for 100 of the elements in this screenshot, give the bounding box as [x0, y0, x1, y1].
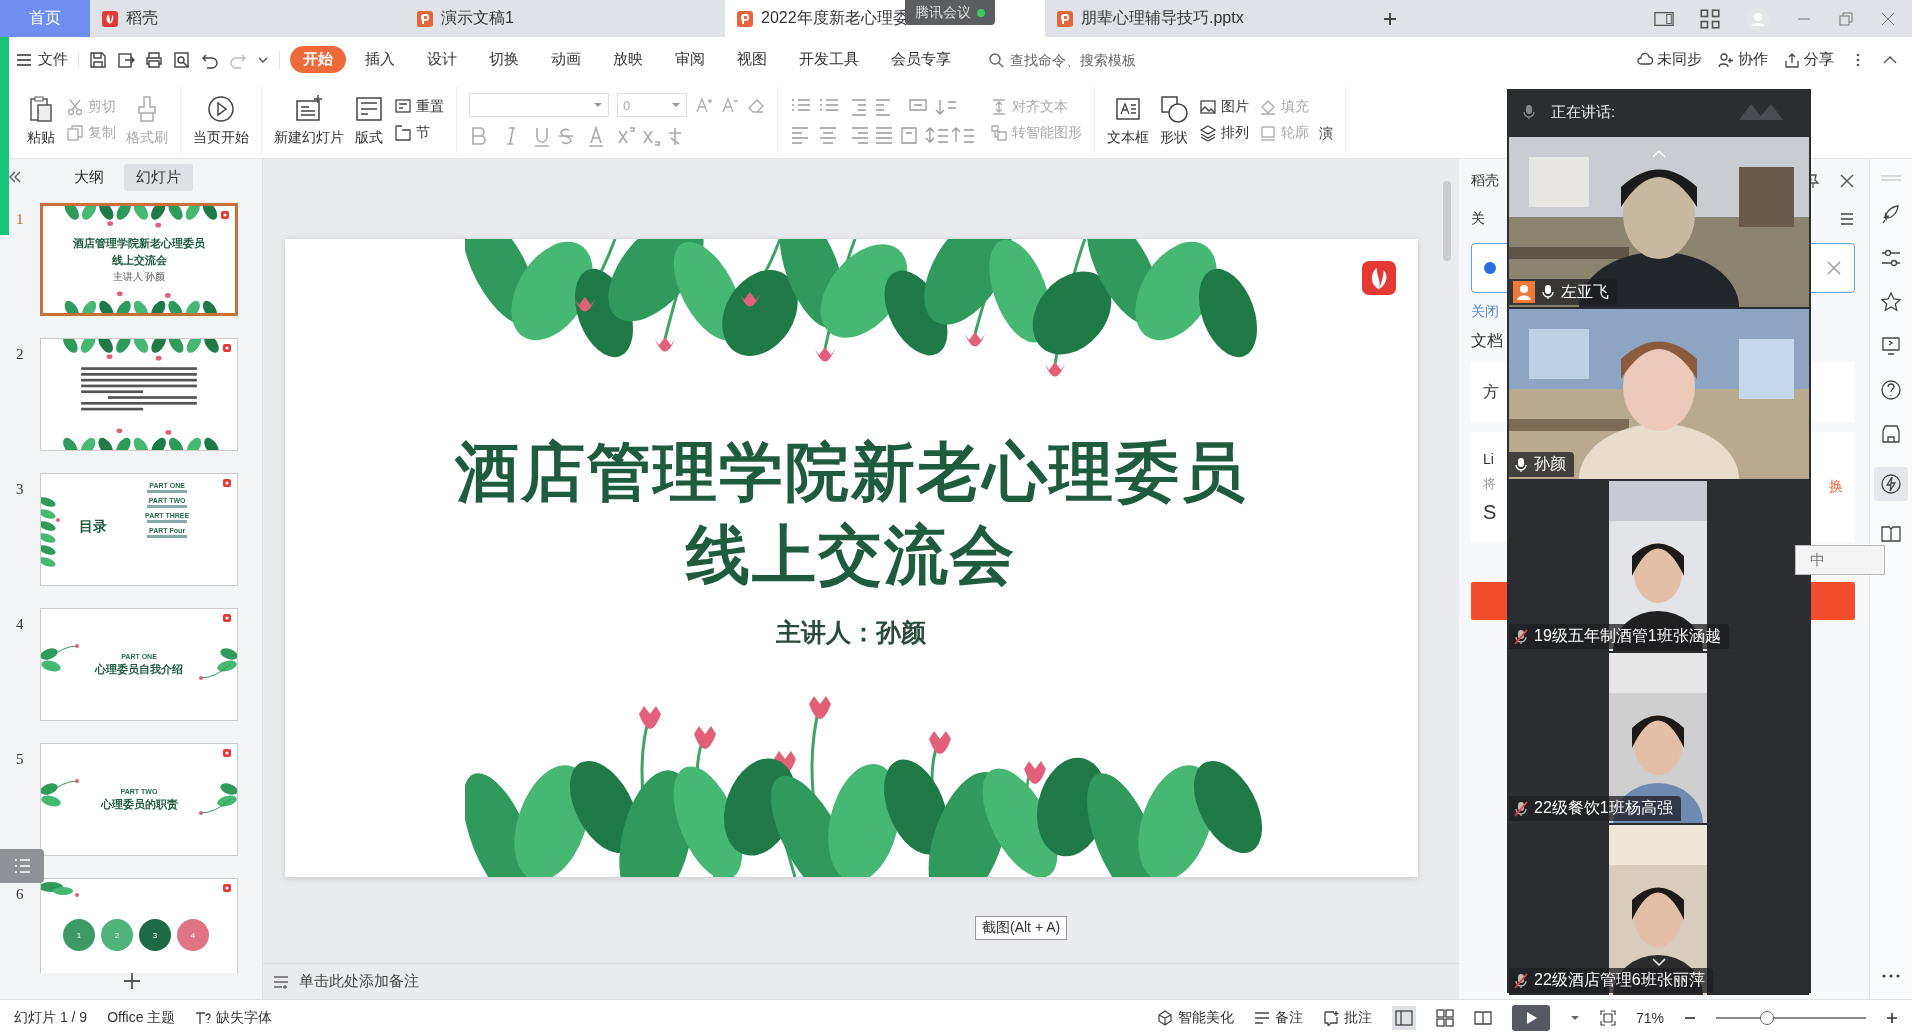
grid-view-icon[interactable]: [1435, 1009, 1454, 1027]
zoom-level[interactable]: 71%: [1635, 1010, 1664, 1026]
cube-icon: [1156, 1010, 1173, 1026]
comments-button[interactable]: 批注: [1322, 1009, 1372, 1027]
notes-button[interactable]: 备注: [1253, 1009, 1303, 1027]
ribbon-tab[interactable]: 开发工具: [786, 46, 872, 73]
section-button[interactable]: 节: [394, 124, 444, 142]
image-icon: [1199, 98, 1217, 116]
store-icon[interactable]: [1880, 423, 1902, 445]
screen-icon[interactable]: [1880, 335, 1902, 357]
thumbnail-title: 心理委员自我介绍: [95, 661, 183, 677]
slide-number: 1: [16, 210, 25, 229]
play-from-current-button[interactable]: 当页开始: [193, 93, 249, 147]
ribbon-tab[interactable]: 设计: [414, 46, 470, 73]
star-icon[interactable]: [1880, 291, 1902, 313]
text-line-drawing: [147, 520, 188, 523]
help-icon[interactable]: [1880, 379, 1902, 401]
paste-button[interactable]: 粘贴: [26, 93, 56, 147]
presentation-icon: [1057, 10, 1073, 27]
print-icon[interactable]: [145, 50, 163, 69]
toolbar-action-button[interactable]: 分享: [1784, 50, 1834, 69]
ribbon-tab[interactable]: 插入: [352, 46, 408, 73]
panel-tab[interactable]: 关: [1471, 210, 1485, 228]
logo-icon: [223, 884, 231, 892]
file-menu-button[interactable]: 文件: [16, 50, 68, 69]
document-tab[interactable]: 演示文稿1: [405, 0, 725, 37]
font-name-field[interactable]: [469, 93, 609, 117]
grip-icon[interactable]: [1879, 175, 1903, 181]
ribbon-tab[interactable]: 视图: [724, 46, 780, 73]
new-slide-button[interactable]: 新建幻灯片: [274, 93, 344, 147]
plus-icon: [1382, 10, 1398, 27]
close-icon[interactable]: [1839, 173, 1855, 189]
export-icon[interactable]: [117, 50, 135, 69]
book-search-icon[interactable]: [1880, 523, 1902, 545]
preview-icon[interactable]: [173, 50, 191, 69]
panel-tab[interactable]: 幻灯片: [124, 163, 193, 191]
arrange-button[interactable]: 排列: [1199, 124, 1249, 142]
meeting-toast[interactable]: 腾讯会议: [905, 0, 995, 25]
card-text: Li: [1483, 450, 1495, 467]
menu-icon: [16, 51, 32, 68]
close-icon[interactable]: [1880, 10, 1896, 27]
normal-view-icon[interactable]: [1391, 1006, 1416, 1030]
document-tab[interactable]: 朋辈心理辅导技巧.pptx: [1045, 0, 1365, 37]
panel-tab[interactable]: 大纲: [62, 163, 116, 191]
participant-label: 左亚飞: [1509, 279, 1617, 305]
clear-icon[interactable]: [1826, 260, 1842, 276]
scrollbar[interactable]: [1443, 181, 1451, 261]
toolbar-action-button[interactable]: 未同步: [1637, 50, 1702, 69]
save-icon[interactable]: [89, 50, 107, 69]
slide-number: 3: [16, 480, 25, 499]
sliders-icon[interactable]: [1880, 247, 1902, 269]
toolbar-action-button[interactable]: 协作: [1718, 50, 1768, 69]
lightning-icon[interactable]: [1874, 467, 1908, 501]
text-box-button[interactable]: 文本框: [1107, 93, 1149, 147]
layout-button[interactable]: 版式: [354, 93, 384, 147]
close-link[interactable]: 关闭: [1471, 303, 1499, 321]
ribbon-tab[interactable]: 放映: [600, 46, 656, 73]
slide-number: 2: [16, 345, 25, 364]
scissors-icon: [66, 98, 84, 116]
outline-toggle-button[interactable]: [0, 849, 44, 883]
missing-font-button[interactable]: 缺失字体: [195, 1009, 273, 1027]
reading-view-icon[interactable]: [1473, 1009, 1492, 1027]
command-search-field[interactable]: 查找命令、搜索模板: [988, 50, 1182, 69]
zoom-in-icon[interactable]: [1886, 1012, 1898, 1024]
slide-thumbnail[interactable]: 酒店管理学院新老心理委员 线上交流会 主讲人 孙颜: [40, 203, 238, 316]
shape-button[interactable]: 形状: [1159, 93, 1189, 147]
copy-icon: [66, 124, 84, 142]
slideshow-button[interactable]: [1511, 1005, 1550, 1031]
ribbon-tab[interactable]: 动画: [538, 46, 594, 73]
chevron-down-icon[interactable]: [1651, 957, 1667, 967]
logo-icon: [223, 749, 231, 757]
fit-window-icon[interactable]: [1599, 1010, 1616, 1026]
document-tab[interactable]: 稻壳: [90, 0, 405, 37]
menu-icon[interactable]: [1839, 211, 1855, 227]
thumbnail-title: 酒店管理学院新老心理委员: [73, 235, 205, 251]
radio-icon[interactable]: [1484, 262, 1496, 274]
beautify-button[interactable]: 智能美化: [1156, 1009, 1234, 1027]
theme-name[interactable]: Office 主题: [107, 1009, 176, 1027]
panel-title: 稻壳: [1471, 172, 1499, 190]
dropdown-icon[interactable]: [1569, 1013, 1580, 1023]
slide-thumbnail[interactable]: [40, 338, 238, 451]
thumbnail-title: 线上交流会: [111, 252, 167, 268]
card-text: 将: [1483, 474, 1497, 493]
ribbon-tab[interactable]: 切换: [476, 46, 532, 73]
numbered-circle: 1: [63, 919, 95, 951]
input-method-bar[interactable]: 中: [1795, 545, 1885, 575]
logo-icon: [223, 614, 231, 622]
ribbon-tab[interactable]: 会员专享: [878, 46, 964, 73]
slide-speaker: 主讲人：孙颜: [776, 616, 926, 648]
slider-thumb[interactable]: [1760, 1011, 1774, 1025]
slide-thumbnail[interactable]: 1 2 3 4: [40, 878, 238, 973]
picture-button[interactable]: 图片: [1199, 98, 1249, 116]
microphone-icon[interactable]: [1521, 104, 1537, 120]
layers-icon: [1199, 124, 1217, 142]
collapse-panel-icon[interactable]: [8, 170, 22, 184]
caret-icon: [671, 100, 681, 110]
rocket-icon[interactable]: [1880, 203, 1902, 225]
grid-icon[interactable]: [1700, 8, 1720, 29]
ribbon-tab[interactable]: 审阅: [662, 46, 718, 73]
reset-button[interactable]: 重置: [394, 98, 444, 116]
